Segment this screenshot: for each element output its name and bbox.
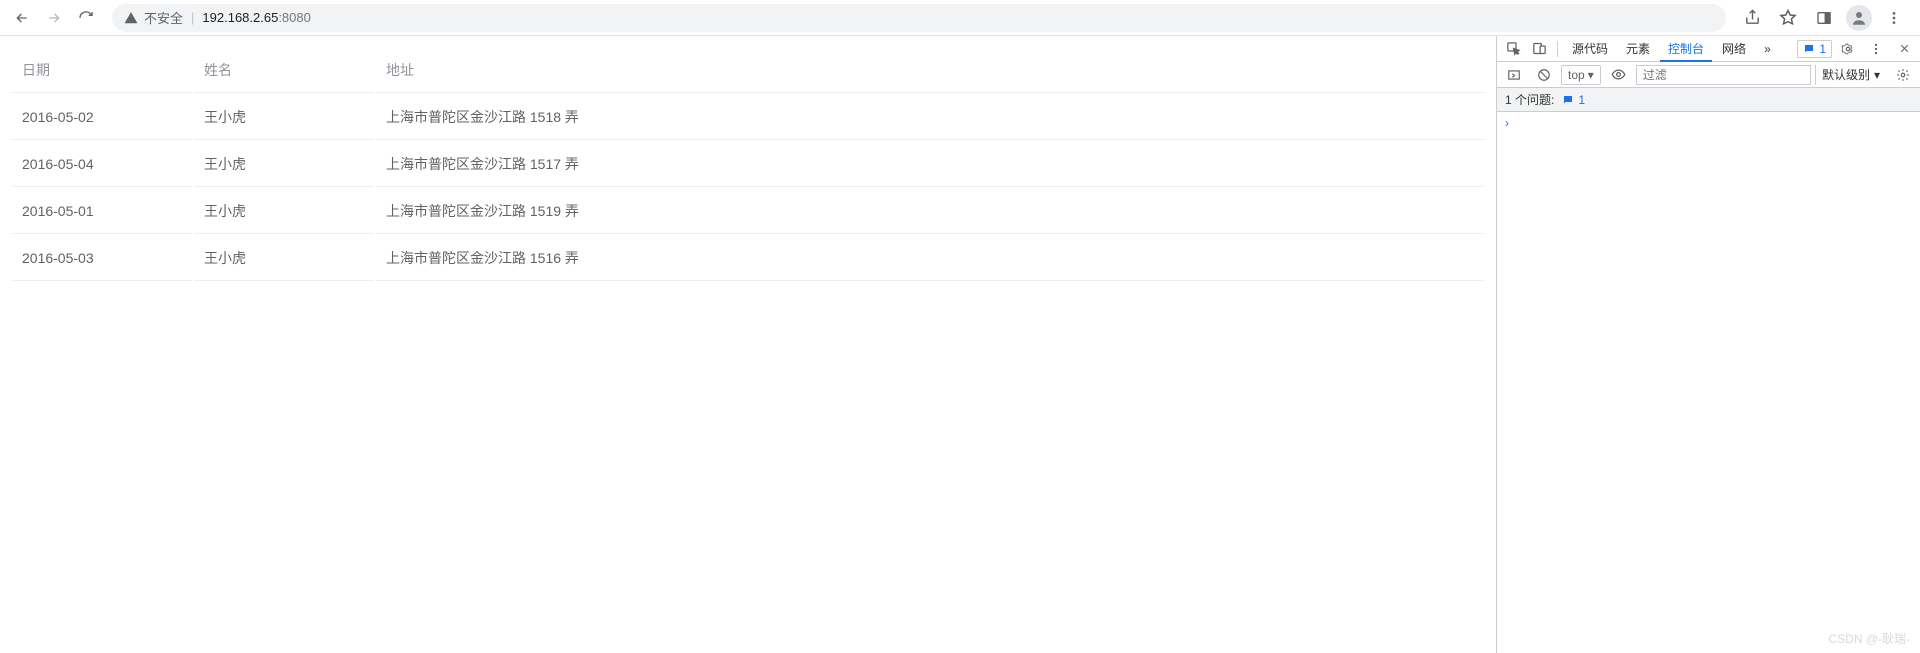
context-label: top [1568, 68, 1585, 82]
security-label: 不安全 [144, 8, 183, 27]
security-indicator: 不安全 [124, 8, 183, 27]
log-level-label: 默认级别 [1822, 66, 1870, 83]
profile-avatar[interactable] [1846, 5, 1872, 31]
address-separator: | [191, 10, 194, 25]
main-area: 日期 姓名 地址 2016-05-02 王小虎 上海市普陀区金沙江路 1518 … [0, 36, 1920, 653]
divider [1557, 41, 1558, 57]
console-toolbar: top ▾ 默认级别 ▾ [1497, 62, 1920, 88]
issues-badge[interactable]: 1 [1797, 40, 1832, 58]
forward-button[interactable] [40, 4, 68, 32]
devtools-menu-icon[interactable] [1864, 37, 1888, 61]
close-devtools-icon[interactable] [1892, 37, 1916, 61]
device-toggle-icon[interactable] [1527, 37, 1551, 61]
cell-name: 王小虎 [194, 142, 374, 187]
inspect-element-icon[interactable] [1501, 37, 1525, 61]
address-port: :8080 [278, 10, 311, 25]
chat-icon [1803, 43, 1815, 55]
back-button[interactable] [8, 4, 36, 32]
cell-name: 王小虎 [194, 236, 374, 281]
issues-count: 1 [1578, 93, 1585, 107]
address-host: 192.168.2.65 [202, 10, 278, 25]
table-row: 2016-05-01 王小虎 上海市普陀区金沙江路 1519 弄 [12, 189, 1484, 234]
tab-network[interactable]: 网络 [1714, 36, 1754, 62]
issues-label: 1 个问题: [1505, 91, 1554, 108]
warning-icon [124, 11, 138, 25]
tab-elements[interactable]: 元素 [1618, 36, 1658, 62]
browser-menu-icon[interactable] [1880, 4, 1908, 32]
cell-date: 2016-05-02 [12, 95, 192, 140]
cell-address: 上海市普陀区金沙江路 1517 弄 [376, 142, 1484, 187]
console-prompt: › [1505, 116, 1509, 130]
context-selector[interactable]: top ▾ [1561, 65, 1601, 85]
devtools-panel: 源代码 元素 控制台 网络 » 1 [1496, 36, 1920, 653]
tab-more[interactable]: » [1756, 36, 1779, 62]
bookmark-star-icon[interactable] [1774, 4, 1802, 32]
header-address: 地址 [376, 48, 1484, 93]
tab-console[interactable]: 控制台 [1660, 36, 1712, 62]
filter-input[interactable] [1636, 65, 1811, 85]
devtools-tabs: 源代码 元素 控制台 网络 » 1 [1497, 36, 1920, 62]
chevron-down-icon: ▾ [1588, 68, 1594, 82]
cell-address: 上海市普陀区金沙江路 1516 弄 [376, 236, 1484, 281]
cell-name: 王小虎 [194, 189, 374, 234]
log-level-selector[interactable]: 默认级别 ▾ [1815, 65, 1886, 85]
cell-date: 2016-05-04 [12, 142, 192, 187]
browser-toolbar: 不安全 | 192.168.2.65:8080 [0, 0, 1920, 36]
header-name: 姓名 [194, 48, 374, 93]
header-date: 日期 [12, 48, 192, 93]
clear-console-icon[interactable] [1531, 65, 1557, 85]
cell-date: 2016-05-01 [12, 189, 192, 234]
cell-date: 2016-05-03 [12, 236, 192, 281]
issues-badge-count: 1 [1819, 42, 1826, 56]
page-content: 日期 姓名 地址 2016-05-02 王小虎 上海市普陀区金沙江路 1518 … [0, 36, 1496, 653]
table-row: 2016-05-02 王小虎 上海市普陀区金沙江路 1518 弄 [12, 95, 1484, 140]
cell-name: 王小虎 [194, 95, 374, 140]
data-table: 日期 姓名 地址 2016-05-02 王小虎 上海市普陀区金沙江路 1518 … [10, 46, 1486, 283]
side-panel-icon[interactable] [1810, 4, 1838, 32]
table-header-row: 日期 姓名 地址 [12, 48, 1484, 93]
address-url: 192.168.2.65:8080 [202, 10, 310, 25]
console-settings-gear-icon[interactable] [1890, 65, 1916, 85]
settings-gear-icon[interactable] [1836, 37, 1860, 61]
cell-address: 上海市普陀区金沙江路 1519 弄 [376, 189, 1484, 234]
toggle-sidebar-icon[interactable] [1501, 65, 1527, 85]
table-row: 2016-05-04 王小虎 上海市普陀区金沙江路 1517 弄 [12, 142, 1484, 187]
cell-address: 上海市普陀区金沙江路 1518 弄 [376, 95, 1484, 140]
address-bar[interactable]: 不安全 | 192.168.2.65:8080 [112, 4, 1726, 32]
issues-row[interactable]: 1 个问题: 1 [1497, 88, 1920, 112]
toolbar-right-icons [1738, 4, 1912, 32]
chevron-down-icon: ▾ [1874, 68, 1880, 82]
chat-icon [1562, 94, 1574, 106]
console-body[interactable]: › [1497, 112, 1920, 653]
reload-button[interactable] [72, 4, 100, 32]
share-icon[interactable] [1738, 4, 1766, 32]
live-expression-icon[interactable] [1605, 65, 1632, 85]
tab-sources[interactable]: 源代码 [1564, 36, 1616, 62]
table-row: 2016-05-03 王小虎 上海市普陀区金沙江路 1516 弄 [12, 236, 1484, 281]
